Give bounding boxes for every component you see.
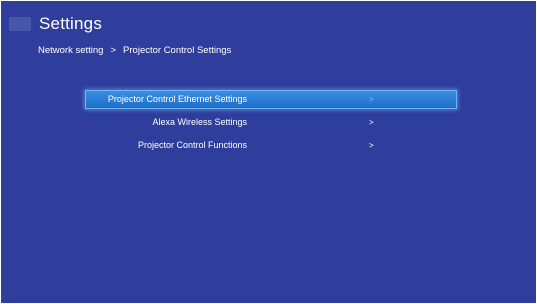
menu-item-label: Projector Control Functions [137, 140, 247, 150]
breadcrumb-parent[interactable]: Network setting [38, 45, 103, 56]
breadcrumb: Network setting > Projector Control Settin… [38, 45, 231, 57]
menu-item-label: Alexa Wireless Settings [152, 117, 247, 127]
menu-item-projector-control-ethernet-settings[interactable]: Projector Control Ethernet Settings > [85, 90, 457, 109]
settings-screen: Settings Network setting > Projector Contr… [1, 1, 536, 303]
menu-item-alexa-wireless-settings[interactable]: Alexa Wireless Settings > [85, 113, 457, 132]
chevron-right-icon: > [369, 118, 374, 127]
menu-item-label: Projector Control Ethernet Settings [107, 94, 247, 104]
breadcrumb-current: Projector Control Settings [123, 45, 232, 56]
chevron-right-icon: > [369, 141, 374, 150]
chevron-right-icon: > [369, 95, 374, 104]
settings-menu: Projector Control Ethernet Settings > Al… [85, 90, 457, 159]
page-title: Settings [39, 14, 103, 33]
menu-item-projector-control-functions[interactable]: Projector Control Functions > [85, 136, 457, 155]
breadcrumb-separator: > [110, 45, 117, 56]
settings-header-icon [9, 17, 31, 31]
